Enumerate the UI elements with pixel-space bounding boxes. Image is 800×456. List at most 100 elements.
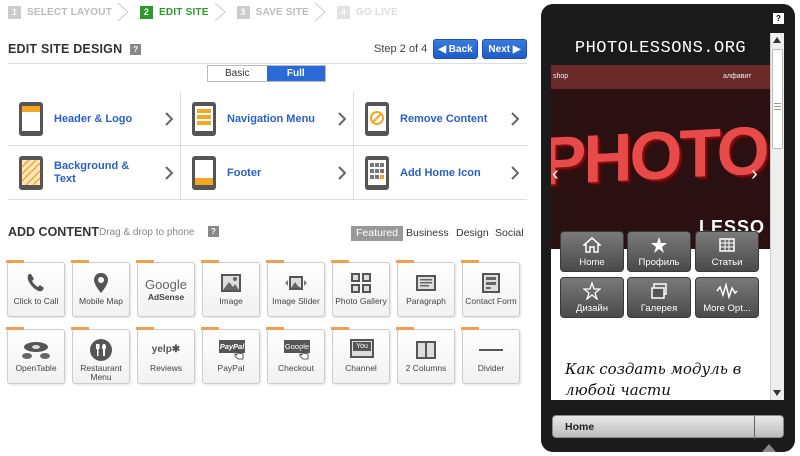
content-tile-image-slider[interactable]: Image Slider [266, 260, 325, 317]
photo-gallery-icon [351, 273, 371, 293]
menu-button-more-options[interactable]: More Opt... [695, 277, 759, 318]
content-tile-image[interactable]: Image [201, 260, 260, 317]
menu-button-label: More Opt... [703, 303, 751, 314]
tile-label: Image [219, 296, 243, 306]
help-icon[interactable]: ? [208, 226, 219, 237]
tile-tab [71, 327, 89, 330]
step-label: SAVE SITE [255, 6, 309, 18]
scroll-up-icon[interactable] [773, 37, 781, 43]
scroll-down-icon[interactable] [773, 390, 781, 396]
tile-tab [266, 260, 284, 263]
site-header[interactable]: PHOTOLESSONS.ORG [551, 33, 770, 65]
step-label: GO LIVE [355, 6, 398, 18]
content-tile-click-to-call[interactable]: Click to Call [6, 260, 65, 317]
next-button[interactable]: Next ▶ [482, 39, 527, 59]
tile-label: Channel [345, 363, 377, 373]
tile-label: Paragraph [406, 296, 446, 306]
tile-tab [461, 260, 479, 263]
content-tile-contact-form[interactable]: Contact Form [461, 260, 520, 317]
edit-option-label: Remove Content [400, 112, 488, 125]
phone-bottom-nav[interactable]: Home [552, 415, 784, 439]
menu-button-articles[interactable]: Статьи [695, 231, 759, 272]
tile-label: Divider [477, 363, 505, 373]
mode-full-button[interactable]: Full [266, 66, 325, 81]
edit-option-label: Header & Logo [54, 112, 133, 125]
bottom-nav-divider [754, 416, 755, 439]
chevron-right-icon [511, 166, 519, 180]
step-number: 1 [8, 5, 21, 19]
edit-option-label: Footer [227, 166, 262, 179]
step-save-site[interactable]: 3 SAVE SITE [229, 0, 329, 24]
star-icon [651, 237, 667, 253]
phone-remove-icon [365, 102, 389, 136]
banner-big-text: PHOTO [551, 112, 767, 200]
menu-button-home[interactable]: Home [560, 231, 624, 272]
back-button[interactable]: ◀ Back [433, 39, 478, 59]
edit-option-background-text[interactable]: Background & Text [8, 146, 181, 200]
step-go-live[interactable]: 4 GO LIVE [329, 0, 418, 24]
expand-up-icon[interactable] [762, 444, 776, 452]
tile-label: Mobile Map [79, 296, 123, 306]
edit-option-add-home-icon[interactable]: Add Home Icon [354, 146, 527, 200]
map-pin-icon [94, 273, 108, 293]
content-tile-reviews[interactable]: yelp✱ Reviews [136, 327, 195, 384]
youtube-logo: You [353, 342, 371, 351]
site-banner-slider[interactable]: shop алфавит PHOTO LESSO ‹ › [551, 65, 770, 249]
category-featured[interactable]: Featured [351, 226, 404, 241]
edit-option-footer[interactable]: Footer [181, 146, 354, 200]
content-tile-two-columns[interactable]: 2 Columns [396, 327, 455, 384]
category-design[interactable]: Design [456, 226, 489, 241]
banner-prev-icon[interactable]: ‹ [552, 163, 559, 186]
banner-left-text: shop [553, 73, 569, 80]
banner-next-icon[interactable]: › [751, 163, 758, 186]
tile-label: Photo Gallery [335, 296, 387, 306]
content-tile-channel[interactable]: You Channel [331, 327, 390, 384]
edit-option-navigation-menu[interactable]: Navigation Menu [181, 92, 354, 146]
step-select-layout[interactable]: 1 SELECT LAYOUT [0, 0, 132, 24]
menu-button-gallery[interactable]: Галерея [627, 277, 691, 318]
tile-tab [331, 260, 349, 263]
content-tile-checkout[interactable]: Google Checkout [266, 327, 325, 384]
tile-label: Click to Call [13, 296, 59, 306]
page-title: EDIT SITE DESIGN ? [8, 42, 142, 56]
tile-label: PayPal [217, 363, 245, 373]
content-tile-paragraph[interactable]: Paragraph [396, 260, 455, 317]
help-icon[interactable]: ? [130, 43, 142, 55]
category-business[interactable]: Business [406, 226, 449, 241]
step-edit-site[interactable]: 2 EDIT SITE [132, 0, 229, 24]
content-tile-paypal[interactable]: PayPal PayPal [201, 327, 260, 384]
home-icon [583, 237, 601, 253]
edit-option-header-logo[interactable]: Header & Logo [8, 92, 181, 146]
chevron-right-icon [165, 112, 173, 126]
content-tile-restaurant-menu[interactable]: Restaurant Menu [71, 327, 130, 384]
content-tile-opentable[interactable]: OpenTable [6, 327, 65, 384]
scrollbar-thumb[interactable] [772, 49, 783, 149]
phone-screen[interactable]: PHOTOLESSONS.ORG shop алфавит PHOTO LESS… [551, 33, 784, 400]
tile-label: Checkout [278, 363, 314, 373]
scrollbar-grip [774, 109, 781, 110]
content-tile-divider[interactable]: Divider [461, 327, 520, 384]
category-social[interactable]: Social [495, 226, 524, 241]
mode-basic-button[interactable]: Basic [208, 66, 267, 81]
help-icon[interactable]: ? [773, 13, 784, 24]
content-tile-photo-gallery[interactable]: Photo Gallery [331, 260, 390, 317]
content-tile-mobile-map[interactable]: Mobile Map [71, 260, 130, 317]
menu-button-label: Статьи [711, 257, 743, 268]
tile-tab [6, 327, 24, 330]
yelp-icon: yelp✱ [151, 344, 181, 355]
add-content-title: ADD CONTENT [8, 225, 99, 239]
wizard-steps: 1 SELECT LAYOUT 2 EDIT SITE 3 SAVE SITE … [0, 0, 540, 24]
tile-label: Reviews [149, 363, 183, 373]
scrollbar-grip [774, 103, 781, 104]
edit-option-remove-content[interactable]: Remove Content [354, 92, 527, 146]
content-tile-adsense[interactable]: Google AdSense [136, 260, 195, 317]
tile-label: OpenTable [15, 363, 57, 373]
chevron-right-icon [338, 166, 346, 180]
tile-tab [71, 260, 89, 263]
menu-button-profile[interactable]: Профиль [627, 231, 691, 272]
tile-tab [6, 260, 24, 263]
youtube-channel-icon: You [350, 339, 374, 358]
edit-option-label: Add Home Icon [400, 166, 481, 179]
menu-button-label: Галерея [640, 303, 678, 314]
menu-button-design[interactable]: Дизайн [560, 277, 624, 318]
